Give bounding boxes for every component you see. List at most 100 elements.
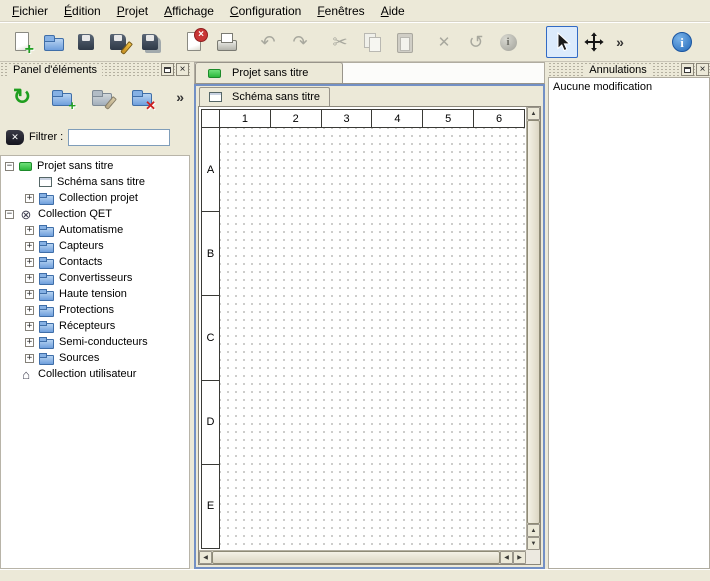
rotate-button[interactable]: ↺ [460, 26, 492, 58]
expand-expander-icon[interactable]: + [25, 322, 34, 331]
elements-tree[interactable]: − Projet sans titre Schéma sans titre + … [0, 155, 190, 569]
menu-edition[interactable]: Édition [56, 1, 109, 21]
tree-item-automatisme[interactable]: + Automatisme [1, 222, 189, 238]
row-ruler: A B C D E [201, 128, 220, 549]
undo-panel: Annulations × Aucune modification [548, 62, 710, 569]
reload-collections-button[interactable]: ↻ [6, 81, 38, 113]
undo-button[interactable]: ↶ [252, 26, 284, 58]
menu-fenetres[interactable]: Fenêtres [309, 1, 372, 21]
tree-item-semi-conducteurs[interactable]: + Semi-conducteurs [1, 334, 189, 350]
tree-item-haute-tension[interactable]: + Haute tension [1, 286, 189, 302]
edit-element-button[interactable] [86, 81, 118, 113]
schema-canvas[interactable] [220, 128, 525, 549]
expand-expander-icon[interactable]: + [25, 258, 34, 267]
scroll-right-button[interactable]: ▶ [513, 551, 526, 564]
horizontal-scrollbar-thumb[interactable] [212, 551, 500, 564]
tree-item-label: Collection QET [38, 208, 112, 220]
project-icon [208, 69, 221, 78]
collapse-expander-icon[interactable]: − [5, 162, 14, 171]
tree-item-convertisseurs[interactable]: + Convertisseurs [1, 270, 189, 286]
collapse-expander-icon[interactable]: − [5, 210, 14, 219]
tree-item-label: Semi-conducteurs [59, 336, 148, 348]
menu-fichier[interactable]: Fichier [4, 1, 56, 21]
tree-item-recepteurs[interactable]: + Récepteurs [1, 318, 189, 334]
open-project-button[interactable] [38, 26, 70, 58]
tree-item-capteurs[interactable]: + Capteurs [1, 238, 189, 254]
row-header: E [201, 465, 220, 549]
scroll-down-button[interactable]: ▼ [527, 537, 540, 550]
menu-projet[interactable]: Projet [109, 1, 156, 21]
print-button[interactable] [210, 26, 242, 58]
element-info-button[interactable]: i [492, 26, 524, 58]
elements-panel-titlebar: Panel d'éléments × [0, 62, 190, 77]
select-tool-button[interactable] [546, 26, 578, 58]
info-blue-icon: i [672, 32, 692, 52]
tree-item-sources[interactable]: + Sources [1, 350, 189, 366]
toolbar-overflow-button[interactable]: » [610, 26, 630, 58]
tab-projet-sans-titre[interactable]: Projet sans titre [195, 62, 343, 83]
scroll-left-button[interactable]: ◀ [199, 551, 212, 564]
save-as-button[interactable] [102, 26, 134, 58]
menu-configuration[interactable]: Configuration [222, 1, 309, 21]
save-button[interactable] [70, 26, 102, 58]
main-toolbar: ↶ ↷ ✂ ✕ ↺ i » i [0, 22, 710, 62]
copy-icon [360, 30, 384, 54]
filter-input[interactable] [68, 129, 170, 146]
printer-icon [214, 30, 238, 54]
tree-item-collection-qet[interactable]: − ⊗ Collection QET [1, 206, 189, 222]
tab-label: Projet sans titre [232, 67, 308, 79]
expand-expander-icon[interactable]: + [25, 242, 34, 251]
tree-item-protections[interactable]: + Protections [1, 302, 189, 318]
chevron-double-right-icon: » [616, 35, 624, 49]
tree-item-contacts[interactable]: + Contacts [1, 254, 189, 270]
save-icon [74, 30, 98, 54]
tree-item-label: Schéma sans titre [57, 176, 145, 188]
close-panel-button[interactable]: × [176, 63, 189, 76]
new-document-button[interactable] [6, 26, 38, 58]
elements-panel-title: Panel d'éléments [8, 64, 102, 76]
expand-expander-icon[interactable]: + [25, 290, 34, 299]
tab-schema-sans-titre[interactable]: Schéma sans titre [199, 87, 330, 106]
vertical-scrollbar-thumb[interactable] [527, 120, 540, 524]
tree-item-projet-sans-titre[interactable]: − Projet sans titre [1, 158, 189, 174]
expand-expander-icon[interactable]: + [25, 274, 34, 283]
float-panel-button[interactable] [161, 63, 174, 76]
row-header: B [201, 212, 220, 296]
vertical-scrollbar[interactable]: ▲ ▲ ▼ [526, 107, 540, 550]
delete-element-icon: ✕ [130, 85, 154, 109]
redo-button[interactable]: ↷ [284, 26, 316, 58]
column-header: 2 [271, 109, 322, 128]
paste-button[interactable] [388, 26, 420, 58]
horizontal-scrollbar[interactable]: ◀ ◀ ▶ [199, 550, 526, 564]
copy-button[interactable] [356, 26, 388, 58]
new-element-button[interactable]: + [46, 81, 78, 113]
close-file-button[interactable] [178, 26, 210, 58]
tree-item-collection-utilisateur[interactable]: ⌂ Collection utilisateur [1, 366, 189, 382]
elements-panel-toolbar: ↻ + ✕ » [0, 77, 190, 117]
column-header: 3 [322, 109, 373, 128]
save-all-button[interactable] [134, 26, 166, 58]
folder-icon [39, 289, 54, 300]
expand-expander-icon[interactable]: + [25, 338, 34, 347]
clear-filter-button[interactable]: ✕ [6, 130, 24, 145]
open-folder-icon [42, 30, 66, 54]
cut-button[interactable]: ✂ [324, 26, 356, 58]
expand-expander-icon[interactable]: + [25, 226, 34, 235]
menu-affichage[interactable]: Affichage [156, 1, 222, 21]
delete-button[interactable]: ✕ [428, 26, 460, 58]
tree-item-schema-sans-titre[interactable]: Schéma sans titre [1, 174, 189, 190]
float-panel-button[interactable] [681, 63, 694, 76]
expand-expander-icon[interactable]: + [25, 354, 34, 363]
scroll-left-button[interactable]: ◀ [500, 551, 513, 564]
scroll-up-button[interactable]: ▲ [527, 107, 540, 120]
panel-overflow-button[interactable]: » [176, 90, 184, 105]
about-button[interactable]: i [666, 26, 698, 58]
close-panel-button[interactable]: × [696, 63, 709, 76]
tree-item-collection-projet[interactable]: + Collection projet [1, 190, 189, 206]
expand-expander-icon[interactable]: + [25, 306, 34, 315]
move-tool-button[interactable] [578, 26, 610, 58]
scroll-up-button[interactable]: ▲ [527, 524, 540, 537]
delete-element-button[interactable]: ✕ [126, 81, 158, 113]
menu-aide[interactable]: Aide [373, 1, 413, 21]
expand-expander-icon[interactable]: + [25, 194, 34, 203]
